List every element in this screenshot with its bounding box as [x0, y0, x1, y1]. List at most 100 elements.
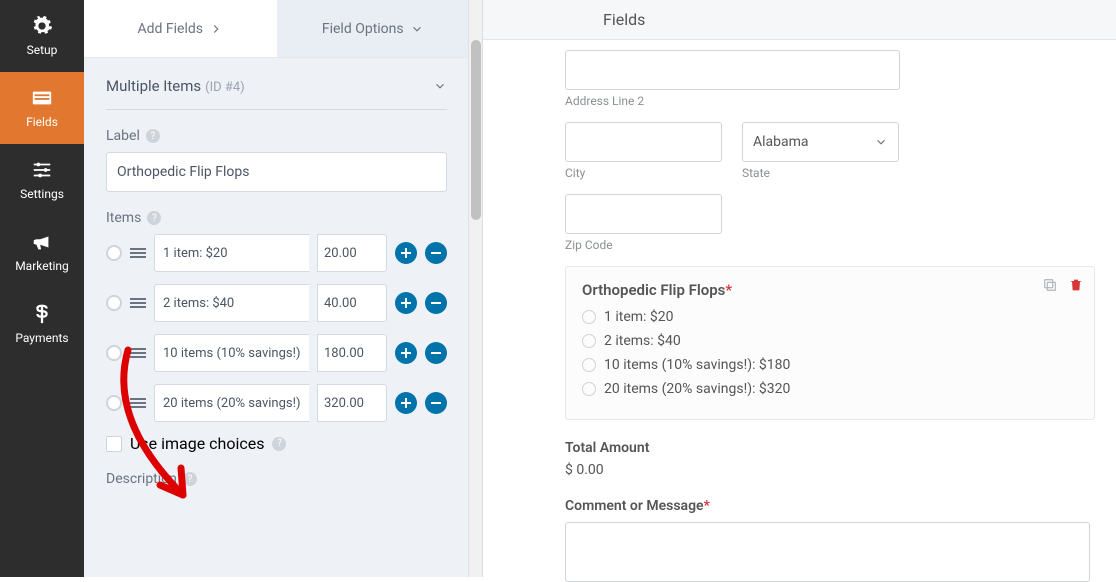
description-heading-row: Description ?: [106, 471, 447, 487]
description-heading: Description: [106, 471, 177, 487]
comment-textarea[interactable]: [565, 522, 1090, 582]
item-row: [106, 334, 447, 372]
nav-settings[interactable]: Settings: [0, 144, 84, 216]
field-editor-panel: Add Fields Field Options Multiple Items …: [84, 0, 483, 577]
zip-input[interactable]: [565, 194, 722, 234]
remove-item-button[interactable]: [425, 292, 447, 314]
item-price-input[interactable]: [317, 384, 387, 422]
label-heading: Label: [106, 128, 140, 144]
total-amount-label: Total Amount: [565, 440, 1095, 456]
tab-add-fields[interactable]: Add Fields: [84, 0, 277, 57]
items-heading-row: Items ?: [106, 210, 447, 226]
drag-handle-icon[interactable]: [130, 398, 146, 408]
item-default-radio[interactable]: [106, 295, 122, 311]
drag-handle-icon[interactable]: [130, 248, 146, 258]
card-action-icons: [1042, 277, 1084, 293]
option-radio[interactable]: [582, 310, 596, 324]
option-radio[interactable]: [582, 358, 596, 372]
scrollbar-thumb[interactable]: [471, 40, 481, 220]
dollar-icon: [31, 303, 53, 325]
nav-label: Fields: [26, 115, 58, 129]
sliders-icon: [31, 159, 53, 181]
item-label-input[interactable]: [154, 384, 309, 422]
item-default-radio[interactable]: [106, 395, 122, 411]
option-row[interactable]: 2 items: $40: [582, 333, 1078, 349]
item-default-radio[interactable]: [106, 345, 122, 361]
section-title: Multiple Items: [106, 77, 201, 95]
nav-label: Setup: [27, 43, 58, 57]
option-label: 20 items (20% savings!): $320: [604, 381, 790, 397]
nav-payments[interactable]: Payments: [0, 288, 84, 360]
option-label: 2 items: $40: [604, 333, 681, 349]
remove-item-button[interactable]: [425, 392, 447, 414]
item-price-input[interactable]: [317, 234, 387, 272]
option-label: 1 item: $20: [604, 309, 674, 325]
item-price-input[interactable]: [317, 334, 387, 372]
drag-handle-icon[interactable]: [130, 298, 146, 308]
add-item-button[interactable]: [395, 242, 417, 264]
multiple-items-field-card[interactable]: Orthopedic Flip Flops* 1 item: $20 2 item…: [565, 266, 1095, 420]
card-title: Orthopedic Flip Flops*: [582, 281, 1078, 299]
items-heading: Items: [106, 210, 141, 226]
help-icon[interactable]: ?: [146, 129, 160, 143]
nav-fields[interactable]: Fields: [0, 72, 84, 144]
option-radio[interactable]: [582, 334, 596, 348]
add-item-button[interactable]: [395, 342, 417, 364]
gear-icon: [31, 15, 53, 37]
option-row[interactable]: 1 item: $20: [582, 309, 1078, 325]
trash-icon[interactable]: [1068, 277, 1084, 293]
help-icon[interactable]: ?: [147, 211, 161, 225]
panel-scrollbar[interactable]: [468, 0, 482, 577]
total-amount-value: $ 0.00: [565, 462, 1095, 478]
tab-field-options[interactable]: Field Options: [277, 0, 470, 57]
chevron-down-icon: [874, 135, 888, 149]
remove-item-button[interactable]: [425, 342, 447, 364]
field-options-section: Multiple Items (ID #4) Label ? Items ? U…: [84, 58, 469, 487]
state-select[interactable]: Alabama: [742, 122, 899, 162]
duplicate-icon[interactable]: [1042, 277, 1058, 293]
section-id-hint: (ID #4): [205, 80, 245, 95]
city-label: City: [565, 166, 722, 180]
add-item-button[interactable]: [395, 392, 417, 414]
top-bar: Fields: [483, 0, 1116, 40]
tab-label: Add Fields: [138, 21, 204, 37]
item-label-input[interactable]: [154, 284, 309, 322]
section-header[interactable]: Multiple Items (ID #4): [106, 76, 447, 110]
item-row: [106, 384, 447, 422]
nav-label: Marketing: [15, 259, 69, 273]
image-choices-label: Use image choices: [130, 434, 264, 453]
state-value: Alabama: [753, 134, 809, 150]
state-label: State: [742, 166, 899, 180]
option-radio[interactable]: [582, 382, 596, 396]
nav-setup[interactable]: Setup: [0, 0, 84, 72]
nav-label: Settings: [20, 187, 64, 201]
zip-label: Zip Code: [565, 238, 1095, 252]
comment-label: Comment or Message*: [565, 498, 1095, 514]
item-price-input[interactable]: [317, 284, 387, 322]
item-row: [106, 284, 447, 322]
option-row[interactable]: 20 items (20% savings!): $320: [582, 381, 1078, 397]
chevron-down-icon: [433, 79, 447, 93]
label-input[interactable]: [106, 152, 447, 192]
nav-label: Payments: [15, 331, 68, 345]
chevron-down-icon: [410, 22, 424, 36]
top-bar-title: Fields: [603, 10, 645, 29]
image-choices-checkbox[interactable]: [106, 436, 122, 452]
drag-handle-icon[interactable]: [130, 348, 146, 358]
help-icon[interactable]: ?: [272, 437, 286, 451]
nav-marketing[interactable]: Marketing: [0, 216, 84, 288]
help-icon[interactable]: ?: [183, 472, 197, 486]
list-icon: [31, 87, 53, 109]
add-item-button[interactable]: [395, 292, 417, 314]
label-heading-row: Label ?: [106, 128, 447, 144]
item-label-input[interactable]: [154, 234, 309, 272]
remove-item-button[interactable]: [425, 242, 447, 264]
option-row[interactable]: 10 items (10% savings!): $180: [582, 357, 1078, 373]
address-line-2-input[interactable]: [565, 50, 900, 90]
item-default-radio[interactable]: [106, 245, 122, 261]
item-label-input[interactable]: [154, 334, 309, 372]
option-label: 10 items (10% savings!): $180: [604, 357, 790, 373]
address-line-2-label: Address Line 2: [565, 94, 1095, 108]
city-input[interactable]: [565, 122, 722, 162]
sidebar-nav: Setup Fields Settings Marketing Payments: [0, 0, 84, 577]
